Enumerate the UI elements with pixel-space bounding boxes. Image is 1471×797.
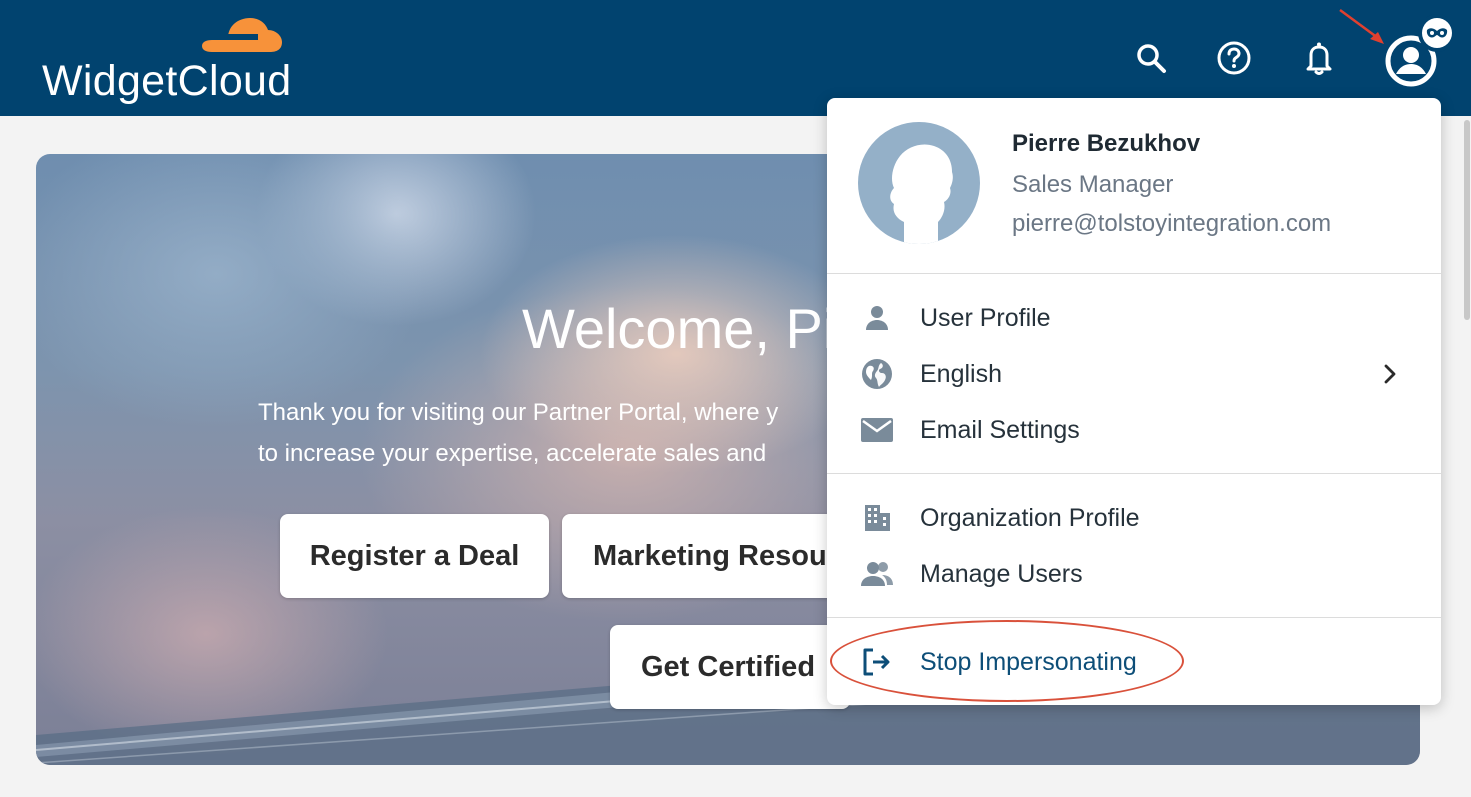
- menu-item-organization-profile[interactable]: Organization Profile: [827, 492, 1441, 544]
- brand-name: WidgetCloud: [42, 57, 292, 105]
- welcome-text-line-2: to increase your expertise, accelerate s…: [258, 440, 767, 467]
- account-dropdown-menu: Pierre Bezukhov Sales Manager pierre@tol…: [827, 98, 1441, 705]
- help-button[interactable]: [1216, 38, 1252, 78]
- menu-item-label: Email Settings: [920, 416, 1080, 444]
- menu-divider: [827, 473, 1441, 474]
- register-deal-button[interactable]: Register a Deal: [280, 514, 549, 598]
- user-role: Sales Manager: [1012, 171, 1174, 198]
- menu-item-user-profile[interactable]: User Profile: [827, 292, 1441, 344]
- get-certified-button[interactable]: Get Certified: [610, 625, 850, 709]
- page-scrollbar[interactable]: [1464, 120, 1470, 320]
- envelope-icon: [859, 414, 895, 446]
- users-icon: [859, 558, 895, 590]
- person-icon: [859, 302, 895, 334]
- menu-divider: [827, 273, 1441, 274]
- exit-icon: [859, 646, 895, 678]
- mask-icon: [1426, 28, 1448, 38]
- search-button[interactable]: [1133, 38, 1169, 78]
- menu-item-email-settings[interactable]: Email Settings: [827, 404, 1441, 456]
- building-icon: [859, 502, 895, 534]
- bell-icon: [1306, 42, 1332, 75]
- menu-item-label: English: [920, 360, 1002, 388]
- help-icon: [1217, 41, 1251, 75]
- impersonation-badge: [1418, 14, 1456, 52]
- menu-item-label: Organization Profile: [920, 504, 1140, 532]
- welcome-title: Welcome, Pi: [522, 297, 836, 360]
- menu-item-label: User Profile: [920, 304, 1051, 332]
- annotation-arrow: [1339, 8, 1384, 44]
- avatar-silhouette-icon: [890, 144, 953, 244]
- welcome-text-line-1: Thank you for visiting our Partner Porta…: [258, 399, 779, 426]
- menu-divider: [827, 617, 1441, 618]
- menu-item-label: Stop Impersonating: [920, 648, 1137, 676]
- user-email: pierre@tolstoyintegration.com: [1012, 210, 1332, 237]
- cloud-logo-icon: [198, 18, 282, 52]
- marketing-resources-button[interactable]: Marketing Resou: [562, 514, 842, 598]
- notifications-button[interactable]: [1301, 38, 1337, 78]
- chevron-right-icon: [1384, 364, 1396, 384]
- menu-item-label: Manage Users: [920, 560, 1083, 588]
- menu-item-stop-impersonating[interactable]: Stop Impersonating: [827, 636, 1441, 688]
- menu-item-manage-users[interactable]: Manage Users: [827, 548, 1441, 600]
- user-name: Pierre Bezukhov: [1012, 130, 1201, 157]
- globe-icon: [859, 358, 895, 390]
- menu-item-language[interactable]: English: [827, 348, 1441, 400]
- search-icon: [1137, 44, 1166, 73]
- user-avatar: [858, 122, 980, 244]
- brand-logo[interactable]: WidgetCloud: [42, 12, 302, 112]
